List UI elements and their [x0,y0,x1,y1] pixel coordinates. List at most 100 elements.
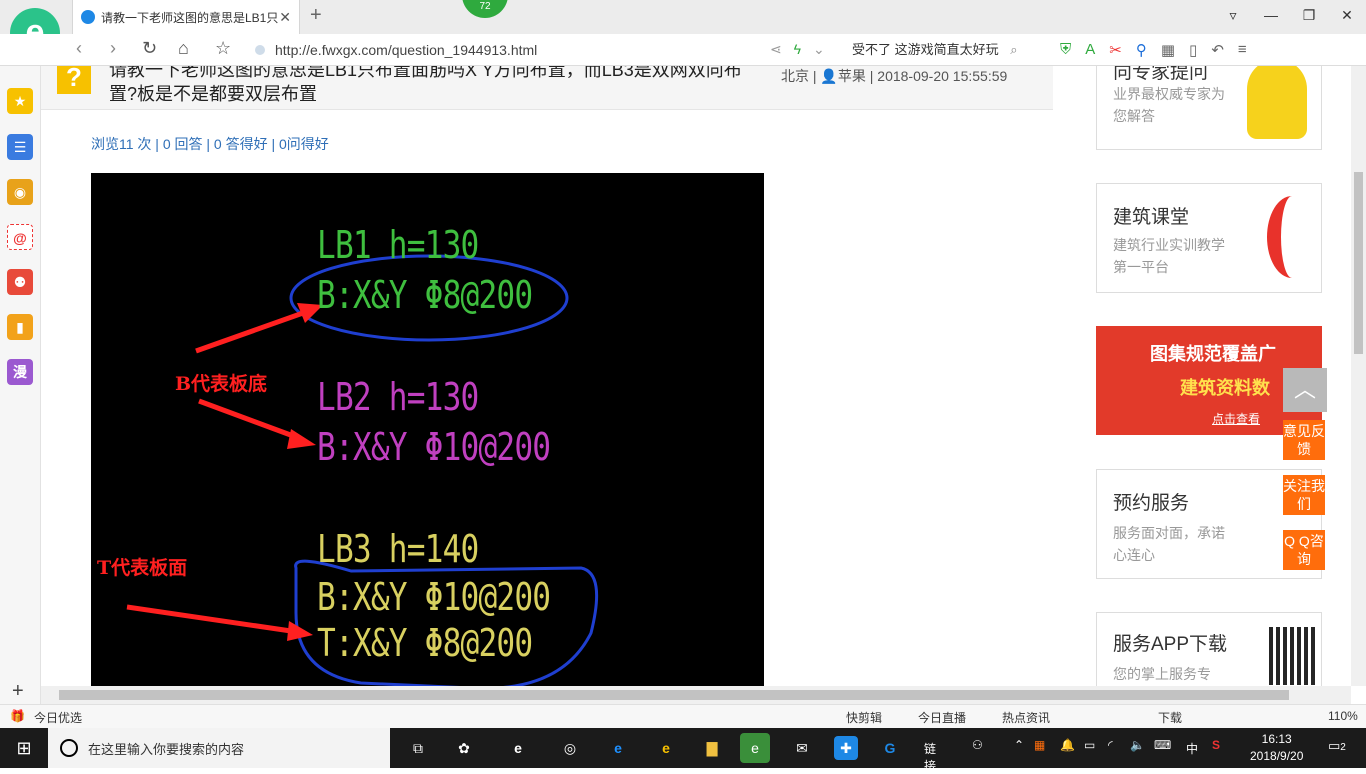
undo-icon[interactable]: ↶ [1211,41,1224,59]
weibo-icon[interactable]: ◉ [7,179,33,205]
mail-taskbar-icon[interactable]: ✉ [790,736,814,760]
favorite-star-icon[interactable]: ☆ [215,38,231,59]
new-tab-button[interactable]: + [310,4,322,27]
question-stats: 浏览11 次 | 0 回答 | 0 答得好 | 0问得好 [91,136,329,152]
shield-icon[interactable]: ⛨ [1060,41,1071,59]
tray-app-icon[interactable]: ▦ [1034,738,1045,752]
g-app-icon[interactable]: G [878,736,902,760]
comic-icon[interactable]: 漫 [7,359,33,385]
wifi-icon[interactable]: ◜ [1108,738,1113,752]
close-window-icon[interactable]: ✕ [1328,0,1366,30]
tab-title: 请教一下老师这图的意思是LB1只 [101,10,279,25]
vertical-scrollbar[interactable] [1351,66,1366,686]
question-title: 请教一下老师这图的意思是LB1只布置面筋吗X Y方向布置，而LB3是双网双向布置… [109,66,742,104]
tab-close-icon[interactable]: ✕ [279,9,291,26]
translate-icon[interactable]: A [1085,41,1095,59]
book-icon[interactable]: ▮ [7,314,33,340]
horizontal-scrollbar[interactable] [41,686,1351,704]
dropdown-icon[interactable]: ⌄ [813,41,825,57]
find-icon[interactable]: ⚲ [1136,41,1147,59]
skin-icon[interactable]: ▿ [1214,0,1252,30]
share-icon[interactable]: ⋖ [770,41,782,57]
zoom-level[interactable]: 110% [1328,709,1358,723]
forward-icon[interactable]: › [110,38,116,59]
360-browser-taskbar-icon[interactable]: e [740,733,770,763]
qq-consult-button[interactable]: Q Q咨询 [1283,530,1325,570]
question-meta: 北京 | 👤苹果 | 2018-09-20 15:55:59 [781,66,1007,86]
plus-app-icon[interactable]: ✚ [834,736,858,760]
feedback-button[interactable]: 意见反馈 [1283,420,1325,460]
sogou-ime-icon[interactable]: S [1212,738,1220,752]
download-link[interactable]: 下载 [1158,709,1182,726]
ask-expert-subtitle: 业界最权威专家为您解答 [1113,86,1225,124]
ask-expert-card[interactable]: 向专家提问 业界最权威专家为您解答 [1096,66,1322,150]
mail-icon[interactable]: @ [7,224,33,250]
site-info-icon[interactable] [255,45,265,55]
search-icon[interactable]: ⌕ [1010,42,1017,57]
minimize-icon[interactable]: — [1252,0,1290,30]
notification-badge[interactable]: 72 [462,0,508,18]
speed-icon[interactable]: ϟ [794,41,801,57]
today-pick-link[interactable]: 今日优选 [34,709,82,726]
spiral-app-icon[interactable]: ◎ [558,736,582,760]
add-sidebar-item-button[interactable]: + [12,680,24,703]
windows-taskbar: ⊞ 在这里输入你要搜索的内容 ⧉ ✿ e ◎ e e ▇ e ✉ ✚ G 链接 … [0,728,1366,773]
screenshot-icon[interactable]: ✂ [1109,41,1122,59]
link-label[interactable]: 链接 [924,740,936,774]
back-icon[interactable]: ‹ [76,38,82,59]
cad-lb1-title: LB1 h=130 [317,223,479,267]
live-link[interactable]: 今日直播 [918,709,966,726]
windows-start-icon[interactable]: ⊞ [12,736,36,760]
news-icon[interactable]: ☰ [7,134,33,160]
back-to-top-button[interactable]: ︿ [1283,368,1327,412]
taskbar-search[interactable]: 在这里输入你要搜索的内容 [48,728,390,768]
app-download-title: 服务APP下载 [1113,634,1228,655]
building-class-card[interactable]: 建筑课堂 建筑行业实训教学第一平台 [1096,183,1322,293]
search-input[interactable]: 受不了 这游戏简直太好玩 [852,42,999,57]
people-icon[interactable]: ⚇ [972,738,983,752]
url-text[interactable]: http://e.fwxgx.com/question_1944913.html [275,42,537,58]
ime-indicator[interactable]: 中 [1186,740,1198,757]
ad-view-link[interactable]: 点击查看 [1212,410,1260,427]
volume-icon[interactable]: 🔈 [1130,738,1145,752]
browser-tab[interactable]: 请教一下老师这图的意思是LB1只 ✕ [72,0,300,34]
refresh-icon[interactable]: ↻ [142,38,157,59]
clock-time: 16:13 [1261,732,1292,746]
tablet-icon[interactable]: ▯ [1189,41,1197,59]
tray-expand-icon[interactable]: ⌃ [1014,738,1024,752]
gift-icon[interactable]: 🎁 [10,709,25,723]
pinwheel-icon[interactable]: ✿ [452,736,476,760]
battery-icon[interactable]: ▭ [1084,738,1095,752]
cad-lb3-rebar-b: B:X&Y Φ10@200 [317,575,551,619]
star-icon[interactable]: ★ [7,88,33,114]
game-icon[interactable]: ⚉ [7,269,33,295]
vertical-scroll-thumb[interactable] [1354,172,1363,354]
action-center-icon[interactable]: ▭2 [1328,738,1346,754]
building-class-logo-icon [1267,196,1317,278]
home-icon[interactable]: ⌂ [178,38,189,59]
ie-alt-icon[interactable]: e [654,736,678,760]
search-box[interactable]: 受不了 这游戏简直太好玩 ⌕ [852,37,1042,63]
ask-expert-title: 向专家提问 [1113,66,1209,83]
building-class-title: 建筑课堂 [1113,207,1190,228]
booking-service-subtitle: 服务面对面，承诺心连心 [1113,525,1225,563]
apps-icon[interactable]: ▦ [1161,41,1175,59]
task-view-icon[interactable]: ⧉ [406,736,430,760]
address-bar[interactable]: http://e.fwxgx.com/question_1944913.html [255,37,840,63]
page-content: ? 请教一下老师这图的意思是LB1只布置面筋吗X Y方向布置，而LB3是双网双向… [41,66,1351,688]
ie-icon[interactable]: e [506,736,530,760]
restore-icon[interactable]: ❐ [1290,0,1328,30]
edge-icon[interactable]: e [606,736,630,760]
keyboard-icon[interactable]: ⌨ [1154,738,1171,752]
cad-lb2-title: LB2 h=130 [317,375,479,419]
notification-bell-icon[interactable]: 🔔 [1060,738,1075,752]
follow-us-button[interactable]: 关注我们 [1283,475,1325,515]
file-explorer-icon[interactable]: ▇ [700,736,724,760]
horizontal-scroll-thumb[interactable] [59,690,1289,700]
app-download-card[interactable]: 服务APP下载 您的掌上服务专 [1096,612,1322,688]
menu-icon[interactable]: ≡ [1238,41,1247,59]
hot-news-link[interactable]: 热点资讯 [1002,709,1050,726]
meta-user[interactable]: 苹果 [838,68,866,84]
quick-edit-link[interactable]: 快剪辑 [846,709,882,726]
taskbar-clock[interactable]: 16:13 2018/9/20 [1250,731,1303,765]
